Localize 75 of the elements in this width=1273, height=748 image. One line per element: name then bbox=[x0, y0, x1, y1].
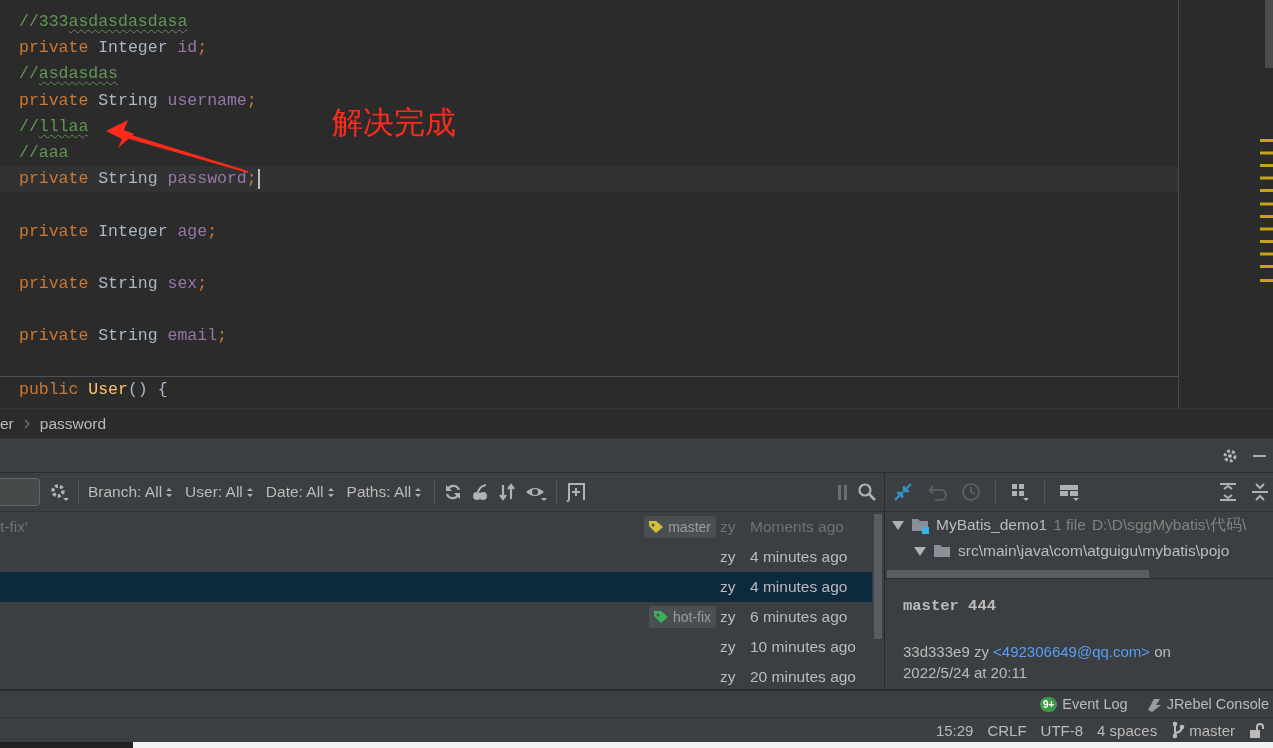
scrollbar-thumb[interactable] bbox=[1265, 0, 1273, 68]
caret-position[interactable]: 15:29 bbox=[935, 721, 974, 739]
group-icon[interactable] bbox=[1010, 482, 1030, 502]
search-field[interactable] bbox=[0, 478, 40, 506]
path-text: D:\D\sggMybatis\代码\ bbox=[1091, 514, 1247, 535]
code-line: //333asdasdasdasa bbox=[19, 12, 188, 31]
email-link[interactable]: <492306649@qq.com> bbox=[993, 643, 1151, 660]
commit-row[interactable]: zy 4 minutes ago bbox=[0, 542, 872, 572]
updown-caret-icon bbox=[165, 486, 174, 498]
indent-setting[interactable]: 4 spaces bbox=[1097, 721, 1158, 739]
branch-icon bbox=[1171, 721, 1186, 739]
expanded-arrow-icon[interactable] bbox=[913, 544, 927, 558]
clock-icon bbox=[961, 482, 981, 502]
tool-window-button[interactable]: JRebel Console bbox=[1145, 695, 1269, 713]
text-caret bbox=[257, 168, 260, 189]
code-line: //aaa bbox=[19, 142, 69, 162]
code-line: private Integer age; bbox=[19, 221, 218, 241]
tool-window-button[interactable]: 9+ Event Log bbox=[1039, 696, 1128, 712]
updown-caret-icon bbox=[326, 486, 335, 498]
breadcrumb-item[interactable]: er bbox=[0, 414, 14, 433]
line-separator[interactable]: CRLF bbox=[987, 721, 1027, 739]
expand-all-icon[interactable] bbox=[1219, 482, 1237, 502]
code-line: private Integer id; bbox=[19, 38, 208, 58]
code-line: private String username; bbox=[19, 90, 257, 110]
chevron-icon bbox=[23, 418, 30, 429]
filter-dropdown[interactable]: Branch: All bbox=[88, 483, 174, 501]
git-branch-widget[interactable]: master bbox=[1171, 721, 1235, 739]
code-line: private String email; bbox=[19, 326, 227, 346]
annotation-text: 解决完成 bbox=[332, 104, 456, 142]
code-line: //asdasdas bbox=[19, 64, 119, 84]
collapse-all-icon[interactable] bbox=[1251, 482, 1269, 502]
scrollbar-thumb[interactable] bbox=[874, 514, 882, 639]
branch-label: hot-fix bbox=[648, 606, 716, 628]
updown-caret-icon bbox=[245, 486, 254, 498]
tree-item[interactable]: MyBatis_demo1 bbox=[936, 516, 1048, 534]
branch-label: master bbox=[644, 516, 716, 538]
file-count: 1 file bbox=[1053, 516, 1086, 534]
commit-author: zy bbox=[720, 608, 737, 626]
updown-caret-icon bbox=[414, 486, 423, 498]
commit-row[interactable]: zy 4 minutes ago bbox=[0, 572, 872, 602]
commit-time: 4 minutes ago bbox=[750, 548, 849, 566]
code-line: private String sex; bbox=[19, 273, 208, 293]
code-line: private String password; bbox=[19, 169, 257, 189]
filter-dropdown[interactable]: User: All bbox=[185, 483, 254, 501]
sort-arrows-icon[interactable] bbox=[498, 483, 517, 501]
commit-row[interactable]: hot-fix zy 6 minutes ago bbox=[0, 602, 872, 632]
commit-author: zy bbox=[720, 578, 737, 596]
commit-time: 6 minutes ago bbox=[750, 608, 849, 626]
code-line: //lllaa bbox=[19, 116, 89, 136]
commit-time: 10 minutes ago bbox=[750, 638, 857, 656]
commit-row[interactable]: zy 10 minutes ago bbox=[0, 632, 872, 662]
expanded-arrow-icon[interactable] bbox=[891, 518, 905, 532]
new-tab-icon[interactable] bbox=[566, 482, 587, 502]
commit-row[interactable]: zy 20 minutes ago bbox=[0, 662, 872, 689]
tree-item[interactable]: src\main\java\com\atguigu\mybatis\pojo bbox=[958, 542, 1230, 560]
unlock-icon[interactable] bbox=[1249, 721, 1265, 739]
commit-author: zy bbox=[720, 638, 737, 656]
code-line: public User() { bbox=[19, 379, 168, 399]
filter-dropdown[interactable]: Paths: All bbox=[346, 483, 423, 501]
commit-time: 20 minutes ago bbox=[750, 668, 857, 686]
notification-badge: 9+ bbox=[1039, 696, 1058, 712]
compare-icon[interactable] bbox=[893, 482, 913, 502]
commit-subject: master 444 bbox=[903, 597, 997, 615]
refresh-icon[interactable] bbox=[444, 483, 463, 501]
breadcrumb-item[interactable]: password bbox=[39, 414, 107, 433]
filter-dropdown[interactable]: Date: All bbox=[265, 483, 335, 501]
commit-author: zy bbox=[720, 548, 737, 566]
commit-author: zy bbox=[720, 668, 737, 686]
cherry-icon[interactable] bbox=[471, 483, 490, 501]
scrollbar-thumb[interactable] bbox=[887, 570, 1149, 578]
file-encoding[interactable]: UTF-8 bbox=[1040, 721, 1084, 739]
commit-info: 33d333e9 zy <492306649@qq.com> on 2022/5/24 at 20:11 bbox=[903, 642, 1172, 683]
search-icon[interactable] bbox=[858, 483, 876, 501]
layout-icon[interactable] bbox=[1059, 482, 1080, 502]
commit-time: 4 minutes ago bbox=[750, 578, 849, 596]
